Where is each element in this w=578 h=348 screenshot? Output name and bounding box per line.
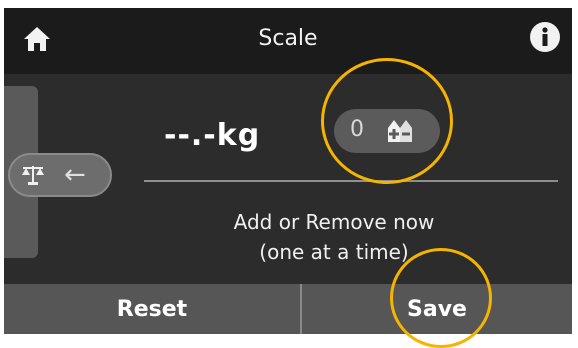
save-button[interactable]: Save [300,284,572,334]
arrow-left-icon: ← [64,160,86,190]
reset-button[interactable]: Reset [4,284,300,334]
scale-screen: Scale ← --.-kg 0 Add or Remove now (one … [4,8,572,334]
footer-buttons: Reset Save [4,284,572,334]
instruction-line-2: (one at a time) [259,240,409,264]
main-panel: ← --.-kg 0 Add or Remove now (one at a t… [4,74,572,284]
divider-line [144,180,558,182]
header-bar: Scale [4,8,572,74]
weights-plus-minus-icon [388,120,412,142]
info-icon[interactable] [530,22,560,52]
scale-balance-icon [22,166,44,185]
instruction-line-1: Add or Remove now [233,210,435,234]
tare-counter-button[interactable]: 0 [334,109,440,153]
tare-count: 0 [350,117,364,142]
page-title: Scale [258,26,318,51]
weight-readout: --.-kg [164,118,261,153]
scale-mode-tab[interactable]: ← [8,153,112,197]
